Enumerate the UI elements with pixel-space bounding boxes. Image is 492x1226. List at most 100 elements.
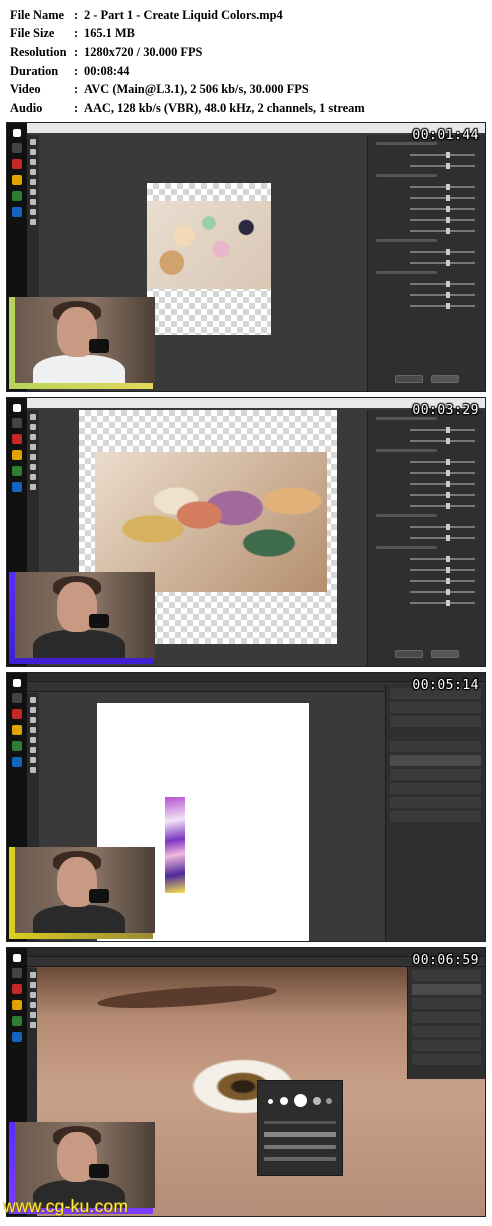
- brush-stroke-preview: [264, 1145, 336, 1149]
- hand-tool-icon: [30, 209, 36, 215]
- type-tool-icon: [30, 767, 36, 773]
- brush-stroke-preview: [264, 1132, 336, 1137]
- dialog-buttons: [368, 375, 485, 383]
- microphone-icon: [89, 889, 109, 903]
- microphone-icon: [89, 339, 109, 353]
- meta-key: Audio: [10, 100, 43, 115]
- file-metadata: File Name : 2 - Part 1 - Create Liquid C…: [10, 6, 484, 118]
- eye-size-slider: [410, 184, 475, 190]
- brush-density-slider: [410, 163, 475, 169]
- move-tool-icon: [30, 972, 36, 978]
- layers-tab-row: [390, 741, 481, 752]
- bloat-tool-icon: [30, 464, 36, 470]
- marquee-tool-icon: [30, 982, 36, 988]
- upper-lip-slider: [410, 567, 475, 573]
- layer-row-liquify: [390, 797, 481, 808]
- search-icon: [12, 418, 22, 428]
- brush-size-slider: [410, 152, 475, 158]
- timestamp: 00:05:14: [412, 678, 479, 693]
- zoom-tool-icon: [30, 219, 36, 225]
- timestamp: 00:01:44: [412, 128, 479, 143]
- lasso-tool-icon: [30, 717, 36, 723]
- search-icon: [12, 693, 22, 703]
- video-thumbnail-2: 00:03:29: [6, 397, 486, 667]
- brush-density-slider: [410, 438, 475, 444]
- opera-browser-icon: [12, 709, 22, 719]
- watermark: www.cg-ku.com: [3, 1196, 129, 1216]
- brush-tool-icon: [30, 1002, 36, 1008]
- panel-heading: [376, 174, 437, 177]
- liquid-color-strip: [165, 797, 185, 893]
- opera-browser-icon: [12, 984, 22, 994]
- layer-row-smart-filters: [412, 998, 481, 1009]
- search-icon: [12, 968, 22, 978]
- layer-row-background: [412, 1054, 481, 1065]
- pucker-tool-icon: [30, 454, 36, 460]
- bloat-tool-icon: [30, 189, 36, 195]
- opera-browser-icon: [12, 434, 22, 444]
- folder-icon: [12, 1000, 22, 1010]
- cancel-button: [394, 375, 423, 383]
- mouth-width-slider: [410, 589, 475, 595]
- layers-panel: [407, 967, 485, 1079]
- photoshop-icon: [12, 1032, 22, 1042]
- push-left-tool-icon: [30, 199, 36, 205]
- smooth-tool-icon: [30, 159, 36, 165]
- nose-width-slider: [410, 535, 475, 541]
- push-left-tool-icon: [30, 474, 36, 480]
- reconstruct-tool-icon: [30, 149, 36, 155]
- meta-colon: :: [74, 63, 79, 78]
- eye-width-slider: [410, 481, 475, 487]
- liquified-photo: [95, 452, 327, 592]
- meta-colon: :: [74, 82, 79, 97]
- meta-key: Duration: [10, 63, 59, 78]
- meta-value: 165.1 MB: [84, 26, 135, 41]
- meta-row-video: Video : AVC (Main@L3.1), 2 506 kb/s, 30.…: [10, 80, 484, 99]
- app-icon: [12, 466, 22, 476]
- app-icon: [12, 1016, 22, 1026]
- meta-value: AVC (Main@L3.1), 2 506 kb/s, 30.000 FPS: [84, 82, 309, 97]
- marquee-tool-icon: [30, 707, 36, 713]
- panel-heading: [376, 546, 437, 549]
- forward-warp-tool-icon: [30, 139, 36, 145]
- meta-colon: :: [74, 26, 79, 41]
- liquify-properties-panel: [367, 135, 485, 391]
- video-thumbnail-4: 00:06:59: [6, 947, 486, 1217]
- properties-row: [390, 702, 481, 713]
- brush-preset: [268, 1099, 273, 1104]
- eye-height-slider: [410, 195, 475, 201]
- brush-tool-icon: [30, 737, 36, 743]
- eraser-tool-icon: [30, 747, 36, 753]
- meta-row-file-size: File Size : 165.1 MB: [10, 25, 484, 44]
- layer-row-polar-coordinates: [412, 1012, 481, 1023]
- ice-cream-photo: [147, 201, 271, 289]
- brush-preset: [294, 1094, 307, 1107]
- type-tool-icon: [30, 1022, 36, 1028]
- cancel-button: [394, 650, 423, 658]
- meta-key: Video: [10, 82, 41, 97]
- folder-icon: [12, 175, 22, 185]
- meta-key: File Size: [10, 26, 55, 41]
- eye-height-slider: [410, 470, 475, 476]
- layer-row-background: [390, 811, 481, 822]
- app-icon: [12, 191, 22, 201]
- layer-row-smart-object: [390, 755, 481, 766]
- video-thumbnail-1: 00:01:44: [6, 122, 486, 392]
- brush-stroke-preview: [264, 1157, 336, 1161]
- meta-row-file-name: File Name : 2 - Part 1 - Create Liquid C…: [10, 6, 484, 25]
- nose-width-slider: [410, 260, 475, 266]
- panel-heading: [376, 514, 437, 517]
- crop-tool-icon: [30, 727, 36, 733]
- microphone-icon: [89, 614, 109, 628]
- folder-icon: [12, 450, 22, 460]
- brush-preset: [280, 1097, 288, 1105]
- timestamp: 00:06:59: [412, 953, 479, 968]
- eye-tilt-slider: [410, 492, 475, 498]
- opera-browser-icon: [12, 159, 22, 169]
- brush-preset: [326, 1098, 332, 1104]
- upper-lip-slider: [410, 292, 475, 298]
- lower-lip-slider: [410, 578, 475, 584]
- panel-heading: [376, 449, 437, 452]
- pucker-tool-icon: [30, 179, 36, 185]
- layer-row-woman: [412, 1040, 481, 1051]
